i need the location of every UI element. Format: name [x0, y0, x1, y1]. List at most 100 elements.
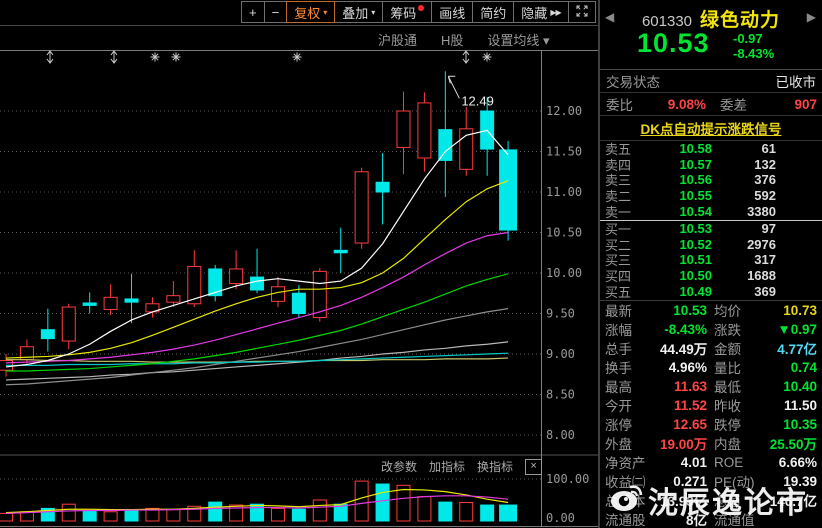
level-volume: 376 [712, 172, 822, 187]
weibi-value: 9.08% [659, 97, 706, 112]
level-price: 10.58 [639, 141, 712, 156]
stat-row: 换手4.96%量比0.74 [600, 358, 822, 377]
stat-value: 11.63 [660, 379, 707, 394]
watermark-text: 沈辰逸论市 [648, 478, 808, 522]
stat-value: 25.50万 [762, 433, 822, 453]
stat-row: 外盘19.00万内盘25.50万 [600, 434, 822, 453]
stat-row: 净资产4.01ROE6.66% [600, 453, 822, 472]
weicha-label: 委差 [706, 94, 762, 114]
close-indicator-icon[interactable]: × [525, 459, 542, 475]
stat-value: ▼0.97 [762, 322, 822, 337]
svg-text:8.00: 8.00 [546, 428, 575, 442]
overlay-button[interactable]: 叠加▾ [334, 1, 383, 23]
add-indicator-link[interactable]: 加指标 [429, 458, 465, 475]
svg-text:12.49: 12.49 [461, 93, 494, 108]
weibo-icon [608, 480, 644, 521]
svg-text:0.00: 0.00 [546, 511, 575, 525]
price-volume-chart[interactable]: 12.0011.5011.0010.5010.009.509.008.508.0… [0, 50, 598, 528]
stat-label: 外盘 [600, 433, 660, 453]
trade-status-label: 交易状态 [600, 71, 660, 91]
level-price: 10.55 [639, 188, 712, 203]
expand-fullscreen-icon [576, 5, 588, 20]
chart-subbar: 沪股通 H股 设置均线 ▾ [0, 26, 598, 51]
quote-header: ◀ 601330 绿色动力 ▶ 10.53 -0.97 -8.43% [600, 0, 822, 70]
stat-label: 跌停 [707, 414, 762, 434]
stat-label: 最低 [707, 376, 762, 396]
stat-value: 4.96% [660, 360, 707, 375]
level-volume: 61 [712, 141, 822, 156]
dk-signal-row[interactable]: DK点自动提示涨跌信号 [600, 116, 822, 141]
subbar-link-hshare[interactable]: H股 [441, 30, 463, 49]
svg-text:100.00: 100.00 [546, 472, 589, 486]
stat-value: 44.49万 [660, 338, 707, 358]
level-label: 卖一 [600, 202, 639, 221]
dk-signal-link[interactable]: DK点自动提示涨跌信号 [641, 118, 782, 138]
level-volume: 369 [712, 284, 822, 299]
stat-row: 总手44.49万金额4.77亿 [600, 339, 822, 358]
level-volume: 3380 [712, 204, 822, 219]
stat-label: 总手 [600, 338, 660, 358]
weibi-label: 委比 [600, 94, 659, 114]
change-percent: -8.43% [733, 46, 774, 61]
level-price: 10.56 [639, 172, 712, 187]
trade-status-row: 交易状态 已收市 [600, 70, 822, 93]
ask-row[interactable]: 卖一10.543380 [600, 203, 822, 219]
svg-text:11.00: 11.00 [546, 185, 582, 199]
stat-value: 11.50 [762, 398, 822, 413]
chevron-down-icon: ▾ [371, 8, 375, 17]
stat-label: 今开 [600, 395, 660, 415]
stat-value: 10.73 [762, 303, 822, 318]
stat-value: 19.00万 [660, 433, 707, 453]
svg-text:10.50: 10.50 [546, 226, 582, 240]
svg-text:10.00: 10.00 [546, 266, 582, 280]
subbar-link-hugutong[interactable]: 沪股通 [378, 30, 417, 49]
watermark: 沈辰逸论市 [608, 478, 808, 522]
draw-line-button[interactable]: 画线 [431, 1, 473, 23]
level-price: 10.52 [639, 237, 712, 252]
stat-label: 金额 [707, 338, 762, 358]
hide-button[interactable]: 隐藏▶▶ [513, 1, 568, 23]
price-change: -0.97 -8.43% [733, 31, 774, 61]
svg-text:8.50: 8.50 [546, 388, 575, 402]
stat-label: ROE [707, 455, 762, 470]
zoom-in-button[interactable]: + [241, 1, 265, 23]
stat-label: 净资产 [600, 452, 660, 472]
quote-panel: ◀ 601330 绿色动力 ▶ 10.53 -0.97 -8.43% 交易状态 … [598, 0, 822, 528]
bid-row[interactable]: 买五10.49369 [600, 283, 822, 299]
adjust-price-button[interactable]: 复权▾ [286, 1, 335, 23]
stat-value: 10.53 [660, 303, 707, 318]
level-volume: 1688 [712, 268, 822, 283]
svg-text:9.50: 9.50 [546, 307, 575, 321]
chip-distribution-button[interactable]: 筹码 [382, 1, 432, 23]
last-price: 10.53 [637, 28, 710, 59]
stat-row: 今开11.52昨收11.50 [600, 396, 822, 415]
stat-value: 4.01 [660, 455, 707, 470]
red-dot-icon [418, 5, 424, 11]
subbar-link-set-ma[interactable]: 设置均线 ▾ [487, 30, 549, 49]
zoom-out-button[interactable]: − [264, 1, 288, 23]
level-price: 10.57 [639, 157, 712, 172]
prev-stock-arrow-icon[interactable]: ◀ [605, 10, 614, 24]
indicator-bar: 改参数加指标换指标 × [381, 458, 542, 475]
level-price: 10.53 [639, 221, 712, 236]
change-params-link[interactable]: 改参数 [381, 458, 417, 475]
stat-value: 11.52 [660, 398, 707, 413]
stat-value: -8.43% [660, 322, 707, 337]
stat-value: 12.65 [660, 417, 707, 432]
simple-mode-button[interactable]: 简约 [472, 1, 514, 23]
bid-levels: 买一10.5397买二10.522976买三10.51317买四10.50168… [600, 221, 822, 299]
level-volume: 592 [712, 188, 822, 203]
stat-row: 涨幅-8.43%涨跌▼0.97 [600, 320, 822, 339]
switch-indicator-link[interactable]: 换指标 [477, 458, 513, 475]
stat-label: 昨收 [707, 395, 762, 415]
level-volume: 2976 [712, 237, 822, 252]
chart-area[interactable]: 12.0011.5011.0010.5010.009.509.008.508.0… [0, 50, 598, 528]
stock-app-window: +−复权▾叠加▾筹码画线简约隐藏▶▶ 沪股通 H股 设置均线 ▾ 12.00 11.5… [0, 0, 822, 528]
stat-value: 0.74 [762, 360, 822, 375]
svg-text:12.00: 12.00 [546, 104, 582, 118]
next-stock-arrow-icon[interactable]: ▶ [807, 10, 816, 24]
stat-label: 内盘 [707, 433, 762, 453]
fullscreen-button[interactable] [568, 1, 596, 23]
stat-row: 最新10.53均价10.73 [600, 301, 822, 320]
stat-label: 涨停 [600, 414, 660, 434]
